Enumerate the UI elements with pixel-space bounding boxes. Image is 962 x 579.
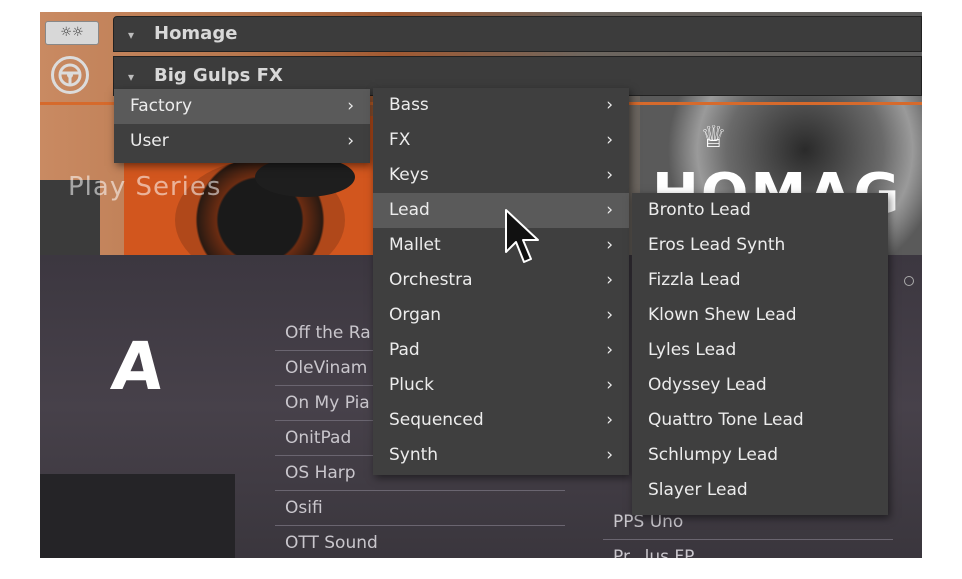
menu-item-label: Synth: [389, 445, 439, 465]
caret-down-icon: ▾: [128, 28, 135, 42]
menu-item-label: FX: [389, 130, 411, 150]
chevron-right-icon: ›: [606, 410, 613, 430]
menu-item[interactable]: Pad ›: [373, 333, 629, 368]
menu-lead-presets: Bronto Lead Eros Lead Synth Fizzla Lead Klo…: [632, 193, 888, 515]
menu-item-label: Schlumpy Lead: [648, 445, 779, 465]
instrument-selector[interactable]: ▾ Homage: [113, 16, 922, 52]
chevron-right-icon: ›: [606, 165, 613, 185]
menu-item-label: Pad: [389, 340, 420, 360]
menu-item[interactable]: Keys ›: [373, 158, 629, 193]
menu-item-label: Bronto Lead: [648, 200, 751, 220]
menu-item[interactable]: User ›: [114, 124, 370, 159]
steering-wheel-icon[interactable]: [51, 56, 89, 94]
menu-item-label: Lead: [389, 200, 430, 220]
play-series-label: Play Series: [68, 172, 222, 202]
menu-item[interactable]: Eros Lead Synth: [632, 228, 888, 263]
menu-item[interactable]: Lyles Lead: [632, 333, 888, 368]
chevron-right-icon: ›: [606, 445, 613, 465]
menu-item-label: Bass: [389, 95, 429, 115]
menu-item[interactable]: FX ›: [373, 123, 629, 158]
menu-item[interactable]: Mallet ›: [373, 228, 629, 263]
menu-item-label: Odyssey Lead: [648, 375, 767, 395]
settings-button[interactable]: ☼☼: [45, 21, 99, 45]
list-item[interactable]: OTT Sound: [275, 526, 565, 558]
menu-item-label: Eros Lead Synth: [648, 235, 786, 255]
menu-item[interactable]: Sequenced ›: [373, 403, 629, 438]
menu-item[interactable]: Slayer Lead: [632, 473, 888, 508]
crown-icon: ♕: [700, 120, 727, 155]
menu-item[interactable]: Klown Shew Lead: [632, 298, 888, 333]
menu-item[interactable]: Bronto Lead: [632, 193, 888, 228]
menu-item[interactable]: Quattro Tone Lead: [632, 403, 888, 438]
menu-item-label: Lyles Lead: [648, 340, 737, 360]
menu-item[interactable]: Orchestra ›: [373, 263, 629, 298]
chevron-right-icon: ›: [347, 96, 354, 116]
instrument-title: Homage: [154, 23, 238, 44]
steering-wheel-svg: [58, 63, 82, 87]
menu-library: Factory › User ›: [114, 89, 370, 163]
list-item[interactable]: Osifi: [275, 491, 565, 526]
menu-categories: Bass › FX › Keys › Lead › Mallet › Orchestra › Organ…: [373, 88, 629, 475]
chevron-right-icon: ›: [606, 200, 613, 220]
menu-item[interactable]: Lead ›: [373, 193, 629, 228]
menu-item-label: Pluck: [389, 375, 434, 395]
menu-item-label: Organ: [389, 305, 442, 325]
chevron-right-icon: ›: [606, 95, 613, 115]
chevron-right-icon: ›: [347, 131, 354, 151]
preset-title: Big Gulps FX: [154, 65, 283, 86]
plugin-window: Play Series ♕ HOMAG A Off the Ra OleVina…: [40, 12, 922, 558]
menu-item[interactable]: Bass ›: [373, 88, 629, 123]
menu-item-label: Mallet: [389, 235, 441, 255]
chevron-right-icon: ›: [606, 235, 613, 255]
chevron-right-icon: ›: [606, 130, 613, 150]
banner-speaker-small: [255, 157, 355, 197]
arrow-cursor-icon: [505, 209, 539, 263]
menu-item-label: Quattro Tone Lead: [648, 410, 804, 430]
menu-item-label: Orchestra: [389, 270, 473, 290]
menu-item-label: User: [130, 131, 169, 151]
menu-item[interactable]: Odyssey Lead: [632, 368, 888, 403]
chevron-right-icon: ›: [606, 305, 613, 325]
menu-item-label: Fizzla Lead: [648, 270, 741, 290]
menu-item[interactable]: Factory ›: [114, 89, 370, 124]
dark-panel: [40, 474, 235, 558]
menu-item-label: Sequenced: [389, 410, 484, 430]
menu-item-label: Slayer Lead: [648, 480, 748, 500]
list-item[interactable]: Pr...lus FP: [603, 540, 893, 558]
menu-item[interactable]: Schlumpy Lead: [632, 438, 888, 473]
gear-icon: ☼☼: [60, 25, 84, 40]
menu-item[interactable]: Synth ›: [373, 438, 629, 473]
chevron-right-icon: ›: [606, 270, 613, 290]
menu-item[interactable]: Organ ›: [373, 298, 629, 333]
menu-item-label: Factory: [130, 96, 193, 116]
chevron-right-icon: ›: [606, 375, 613, 395]
menu-item-label: Keys: [389, 165, 429, 185]
menu-item[interactable]: Fizzla Lead: [632, 263, 888, 298]
menu-item-label: Klown Shew Lead: [648, 305, 797, 325]
alphabet-letter: A: [107, 328, 168, 405]
indicator-dot: [904, 276, 914, 286]
menu-item[interactable]: Pluck ›: [373, 368, 629, 403]
chevron-right-icon: ›: [606, 340, 613, 360]
